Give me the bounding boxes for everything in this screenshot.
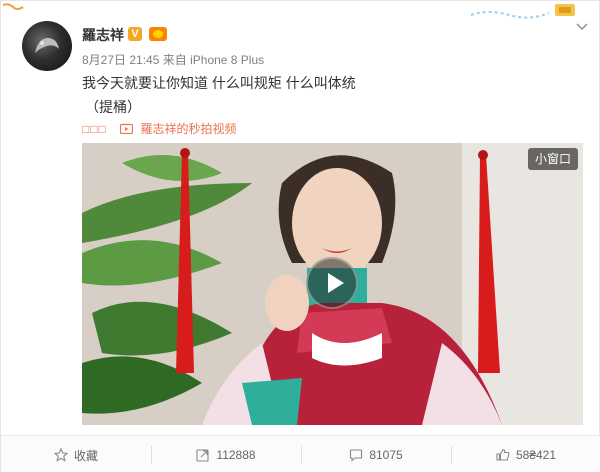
video-source-icon: [120, 123, 134, 134]
video-source-link[interactable]: 羅志祥的秒拍视频: [140, 122, 236, 136]
video-player[interactable]: 小窗口: [82, 143, 583, 425]
weibo-post-card: 羅志祥 V 8月27日 21:45 来自 iPhone 8 Plus 我今天就要…: [0, 0, 600, 472]
star-icon: [53, 448, 68, 462]
post-text: 我今天就要让你知道 什么叫规矩 什么叫体统: [82, 75, 356, 91]
post-tag: （提桶）: [85, 99, 141, 115]
post-meta: 8月27日 21:45 来自 iPhone 8 Plus: [82, 51, 264, 68]
repost-button[interactable]: 112888: [151, 436, 301, 472]
verified-badge: V: [128, 27, 142, 41]
post-time[interactable]: 8月27日 21:45: [82, 53, 159, 67]
video-source-row: □□□ 羅志祥的秒拍视频: [82, 120, 236, 137]
source-placeholder: □□□: [82, 122, 107, 136]
action-bar: 收藏 112888 81075 58₴421: [1, 435, 600, 472]
avatar[interactable]: [22, 21, 72, 71]
repost-icon: [196, 449, 209, 462]
vip-badge-icon[interactable]: [149, 27, 167, 41]
decoration-icon: [2, 3, 24, 10]
favorite-button[interactable]: 收藏: [1, 436, 151, 472]
comment-button[interactable]: 81075: [301, 436, 451, 472]
post-from-label: 来自: [162, 53, 187, 67]
play-icon[interactable]: [306, 257, 358, 309]
avatar-image-icon: [35, 38, 59, 53]
like-icon: [496, 448, 510, 461]
like-count: 58₴421: [515, 448, 557, 462]
favorite-label: 收藏: [73, 448, 98, 463]
comment-icon: [350, 449, 363, 462]
collapse-chevron-icon[interactable]: [575, 21, 589, 33]
post-device[interactable]: iPhone 8 Plus: [190, 53, 264, 67]
comment-count: 81075: [369, 448, 403, 462]
author-name[interactable]: 羅志祥: [82, 25, 124, 45]
mini-window-button[interactable]: 小窗口: [528, 148, 578, 170]
like-button[interactable]: 58₴421: [451, 436, 600, 472]
repost-count: 112888: [216, 448, 256, 462]
decoration-icon: [470, 4, 575, 19]
